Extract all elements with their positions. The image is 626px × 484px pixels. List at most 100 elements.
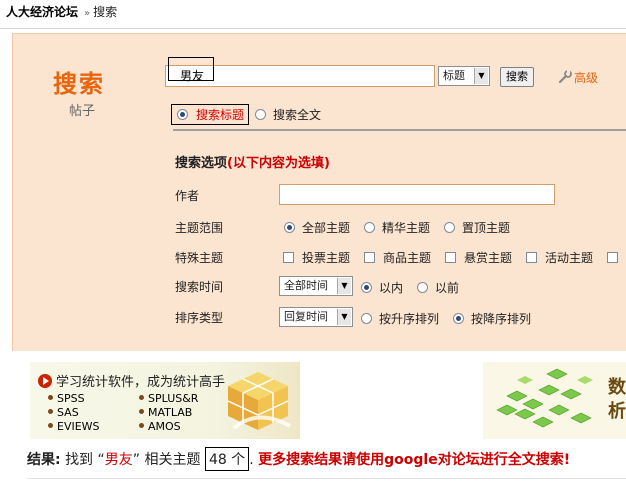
options-heading: 搜索选项(以下内容为选填) bbox=[175, 152, 330, 171]
chevron-down-icon: ▼ bbox=[474, 68, 488, 84]
scope-full-option[interactable]: 搜索全文 bbox=[255, 108, 321, 122]
search-field-select[interactable]: 标题 ▼ bbox=[438, 66, 490, 86]
google-search-link[interactable]: 更多搜索结果请使用google对论坛进行全文搜索! bbox=[258, 452, 570, 468]
search-panel: 搜索 帖子 男友 标题 ▼ 搜索 高级 搜索标题 搜索全文 搜索选项(以下内容为选… bbox=[12, 33, 626, 351]
special-poll-label: 投票主题 bbox=[302, 251, 351, 265]
stats-software-ad-banner[interactable]: 学习统计软件，成为统计高手 SPSS SAS EVIEWS SPLUS&R MA… bbox=[30, 362, 300, 439]
results-label: 结果: bbox=[27, 452, 61, 468]
topic-range-all-label: 全部主题 bbox=[302, 221, 351, 235]
search-time-label: 搜索时间 bbox=[175, 280, 224, 294]
time-range-group: 以内 以前 bbox=[361, 279, 473, 296]
special-reward-label: 悬赏主题 bbox=[464, 251, 513, 265]
ad-item-label: SPSS bbox=[57, 392, 85, 405]
ad-item-label: SAS bbox=[57, 406, 79, 419]
scope-full-label: 搜索全文 bbox=[273, 108, 322, 122]
sort-type-select[interactable]: 回复时间 ▼ bbox=[279, 307, 353, 327]
results-related: 相关主题 bbox=[144, 452, 201, 468]
time-within-label: 以内 bbox=[379, 281, 404, 295]
ad-item: MATLAB bbox=[139, 406, 192, 419]
ad-title-text: 学习统计软件，成为统计高手 bbox=[56, 375, 226, 390]
time-before-label: 以前 bbox=[435, 281, 460, 295]
topic-range-all-radio[interactable] bbox=[284, 222, 295, 233]
search-time-select[interactable]: 全部时间 ▼ bbox=[279, 276, 353, 296]
special-trade-option[interactable]: 商品主题 bbox=[364, 251, 431, 265]
author-input[interactable] bbox=[279, 184, 555, 205]
topic-range-sticky-option[interactable]: 置顶主题 bbox=[444, 221, 510, 235]
time-within-option[interactable]: 以内 bbox=[361, 281, 403, 295]
special-poll-checkbox[interactable] bbox=[283, 252, 294, 263]
sort-type-label: 排序类型 bbox=[175, 311, 224, 325]
special-activity-option[interactable]: 活动主题 bbox=[526, 251, 593, 265]
ad-item-label: EVIEWS bbox=[57, 420, 100, 433]
special-poll-option[interactable]: 投票主题 bbox=[283, 251, 350, 265]
time-before-option[interactable]: 以前 bbox=[417, 281, 459, 295]
special-more-option[interactable] bbox=[607, 251, 626, 265]
results-keyword: 男友 bbox=[104, 452, 133, 468]
breadcrumb-current: 搜索 bbox=[93, 5, 118, 19]
time-within-radio[interactable] bbox=[361, 282, 372, 293]
sort-desc-radio[interactable] bbox=[453, 313, 465, 324]
special-more-checkbox[interactable] bbox=[607, 252, 619, 263]
scope-title-radio[interactable] bbox=[177, 109, 188, 120]
play-icon bbox=[38, 374, 52, 388]
green-cubes-graphic-icon bbox=[496, 368, 593, 428]
special-activity-checkbox[interactable] bbox=[526, 252, 538, 263]
wrench-icon bbox=[558, 70, 572, 84]
special-topic-group: 投票主题 商品主题 悬赏主题 活动主题 bbox=[283, 249, 626, 266]
topic-range-sticky-radio[interactable] bbox=[444, 222, 456, 233]
breadcrumb-separator: » bbox=[84, 8, 91, 19]
time-before-radio[interactable] bbox=[417, 282, 429, 293]
results-summary: 结果: 找到 “男友” 相关主题 48 个. 更多搜索结果请使用google对论… bbox=[27, 447, 570, 471]
topic-range-label: 主题范围 bbox=[175, 221, 224, 235]
sort-asc-radio[interactable] bbox=[361, 313, 372, 324]
advanced-search-link[interactable]: 高级 bbox=[558, 69, 598, 86]
ad-item-label: MATLAB bbox=[148, 406, 193, 419]
search-scope-group: 搜索标题 搜索全文 bbox=[171, 104, 321, 125]
topic-range-elite-radio[interactable] bbox=[364, 222, 376, 233]
topic-range-all-option[interactable]: 全部主题 bbox=[284, 221, 350, 235]
results-open-quote: “ bbox=[97, 452, 105, 468]
ad-item: SPSS bbox=[48, 392, 85, 405]
ad-item: EVIEWS bbox=[48, 420, 100, 433]
special-topic-label: 特殊主题 bbox=[175, 251, 224, 265]
chevron-down-icon: ▼ bbox=[337, 309, 351, 325]
sort-desc-option[interactable]: 按降序排列 bbox=[453, 312, 531, 326]
ad-right-line2-text: 析 bbox=[608, 401, 626, 422]
special-reward-option[interactable]: 悬赏主题 bbox=[445, 251, 512, 265]
sort-asc-label: 按升序排列 bbox=[379, 312, 440, 326]
ad-item: SAS bbox=[48, 406, 79, 419]
bullet-icon bbox=[48, 409, 53, 414]
search-button[interactable]: 搜索 bbox=[500, 67, 534, 87]
options-heading-text: 搜索选项 bbox=[175, 156, 228, 171]
scope-title-option[interactable]: 搜索标题 bbox=[171, 104, 250, 125]
sort-desc-label: 按降序排列 bbox=[471, 312, 532, 326]
topic-range-elite-option[interactable]: 精华主题 bbox=[364, 221, 430, 235]
ad-item-label: AMOS bbox=[148, 420, 181, 433]
options-divider bbox=[173, 129, 626, 131]
special-trade-label: 商品主题 bbox=[383, 251, 432, 265]
topic-range-group: 全部主题 精华主题 置顶主题 bbox=[284, 219, 524, 236]
search-field-value: 标题 bbox=[443, 69, 465, 82]
options-heading-note: (以下内容为选填) bbox=[227, 156, 330, 171]
results-found: 找到 bbox=[65, 452, 94, 468]
results-count: 48 个 bbox=[204, 447, 250, 471]
bullet-icon bbox=[48, 395, 53, 400]
analysis-ad-banner[interactable]: 数析 bbox=[483, 362, 626, 439]
topic-range-sticky-label: 置顶主题 bbox=[462, 221, 511, 235]
sort-asc-option[interactable]: 按升序排列 bbox=[361, 312, 439, 326]
ad-title: 学习统计软件，成为统计高手 bbox=[38, 371, 225, 390]
author-label: 作者 bbox=[175, 189, 200, 203]
ad-item-label: SPLUS&R bbox=[148, 392, 199, 405]
results-close-quote: ” bbox=[132, 452, 141, 468]
ad-right-text: 数析 bbox=[608, 376, 626, 424]
ad-right-line1-text: 数 bbox=[608, 377, 626, 398]
bullet-icon bbox=[139, 395, 144, 400]
special-trade-checkbox[interactable] bbox=[364, 252, 376, 263]
special-reward-checkbox[interactable] bbox=[445, 252, 457, 263]
breadcrumb-site-link[interactable]: 人大经济论坛 bbox=[6, 5, 78, 19]
scope-full-radio[interactable] bbox=[255, 109, 267, 120]
results-divider bbox=[27, 478, 626, 479]
topic-range-elite-label: 精华主题 bbox=[382, 221, 431, 235]
bullet-icon bbox=[139, 423, 144, 428]
keyword-input[interactable]: 男友 bbox=[165, 65, 435, 87]
